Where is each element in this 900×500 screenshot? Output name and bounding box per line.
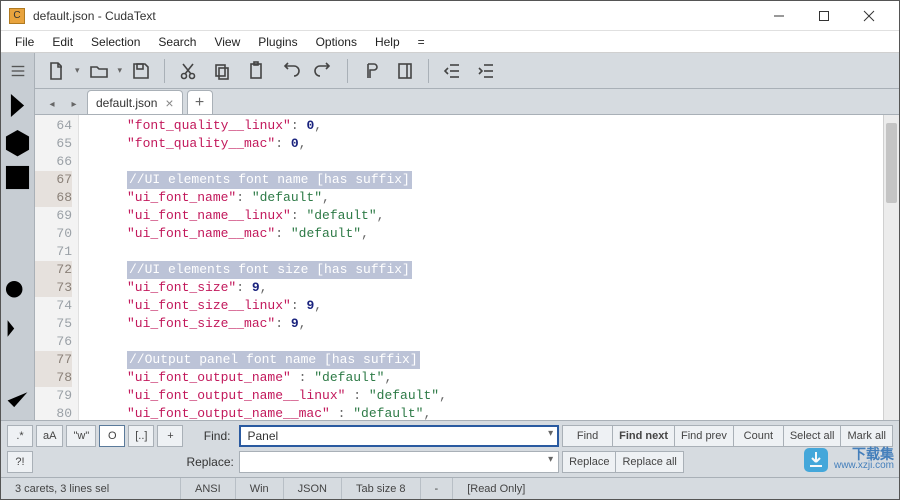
paste-button[interactable]	[241, 56, 271, 86]
save-button[interactable]	[126, 56, 156, 86]
scrollbar-thumb[interactable]	[886, 123, 897, 203]
tabs-list-icon[interactable]	[1, 161, 34, 197]
side-panel	[1, 89, 35, 420]
find-close-button[interactable]: ?!	[7, 451, 33, 473]
menu-edit[interactable]: Edit	[44, 33, 81, 51]
menu-help[interactable]: Help	[367, 33, 408, 51]
search-icon[interactable]	[1, 276, 34, 312]
tab-default-json[interactable]: default.json ×	[87, 90, 183, 114]
replace-button[interactable]: Replace	[562, 451, 615, 473]
editor-area: ◂ ▸ default.json × + 6465666768697071727…	[35, 89, 899, 420]
menu-bar: File Edit Selection Search View Plugins …	[1, 31, 899, 53]
dropdown-arrow-icon[interactable]: ▾	[118, 65, 123, 76]
status-mode-prefix: -	[421, 478, 454, 499]
find-input[interactable]	[239, 425, 559, 447]
nonprint-button[interactable]	[356, 56, 386, 86]
find-opt-wrap[interactable]: O	[99, 425, 125, 447]
toolbar-row: ▾ ▾	[1, 53, 899, 89]
find-opt-word[interactable]: "w"	[66, 425, 96, 447]
tab-scroll-left[interactable]: ◂	[43, 94, 61, 114]
cut-button[interactable]	[173, 56, 203, 86]
find-label: Find:	[186, 429, 236, 443]
hamburger-icon[interactable]	[1, 56, 34, 86]
replace-actions: Replace Replace all	[562, 451, 893, 473]
dropdown-arrow-icon[interactable]: ▾	[75, 65, 80, 76]
new-file-button[interactable]	[41, 56, 71, 86]
menu-options[interactable]: Options	[308, 33, 365, 51]
copy-button[interactable]	[207, 56, 237, 86]
find-opt-multi[interactable]: +	[157, 425, 183, 447]
replace-all-button[interactable]: Replace all	[615, 451, 683, 473]
unindent-button[interactable]	[437, 56, 467, 86]
code-content[interactable]: "font_quality__linux": 0,"font_quality__…	[79, 115, 899, 420]
menu-extra[interactable]: =	[410, 33, 433, 51]
app-icon: C	[9, 8, 25, 24]
find-next-button[interactable]: Find next	[612, 425, 674, 447]
menu-search[interactable]: Search	[150, 33, 204, 51]
find-opt-regex[interactable]: .*	[7, 425, 33, 447]
status-bar: 3 carets, 3 lines sel ANSI Win JSON Tab …	[1, 477, 899, 499]
select-all-button[interactable]: Select all	[783, 425, 841, 447]
find-opt-insel[interactable]: [..]	[128, 425, 154, 447]
project-icon[interactable]	[1, 125, 34, 161]
undo-button[interactable]	[275, 56, 305, 86]
code-tree-icon[interactable]	[1, 89, 34, 125]
title-bar: C default.json - CudaText	[1, 1, 899, 31]
output-icon[interactable]	[1, 348, 34, 384]
line-gutter: 64656667686970717273747576777879808182	[35, 115, 79, 420]
minimap-button[interactable]	[390, 56, 420, 86]
maximize-button[interactable]	[801, 2, 846, 30]
menu-file[interactable]: File	[7, 33, 42, 51]
mark-all-button[interactable]: Mark all	[840, 425, 893, 447]
menu-selection[interactable]: Selection	[83, 33, 148, 51]
tab-label: default.json	[96, 96, 157, 110]
window-title: default.json - CudaText	[33, 9, 756, 23]
replace-input[interactable]	[239, 451, 559, 473]
indent-button[interactable]	[471, 56, 501, 86]
code-editor[interactable]: 64656667686970717273747576777879808182 "…	[35, 115, 899, 420]
status-encoding[interactable]: ANSI	[181, 478, 236, 499]
find-opt-case[interactable]: aA	[36, 425, 63, 447]
close-button[interactable]	[846, 2, 891, 30]
open-file-button[interactable]	[84, 56, 114, 86]
find-replace-panel: .* aA "w" O [..] + Find: Find Find next …	[1, 420, 899, 477]
replace-label: Replace:	[186, 455, 236, 469]
validate-icon[interactable]	[1, 384, 34, 420]
find-prev-button[interactable]: Find prev	[674, 425, 733, 447]
status-mode: [Read Only]	[453, 478, 539, 499]
menu-view[interactable]: View	[206, 33, 248, 51]
menu-plugins[interactable]: Plugins	[250, 33, 305, 51]
tab-close-icon[interactable]: ×	[165, 95, 173, 111]
tab-scroll-right[interactable]: ▸	[65, 94, 83, 114]
main-area: ◂ ▸ default.json × + 6465666768697071727…	[1, 89, 899, 420]
redo-button[interactable]	[309, 56, 339, 86]
find-actions: Find Find next Find prev Count Select al…	[562, 425, 893, 447]
status-selection: 3 carets, 3 lines sel	[1, 478, 181, 499]
minimize-button[interactable]	[756, 2, 801, 30]
status-lineend[interactable]: Win	[236, 478, 284, 499]
find-button[interactable]: Find	[562, 425, 612, 447]
count-button[interactable]: Count	[733, 425, 783, 447]
status-tabsize[interactable]: Tab size 8	[342, 478, 421, 499]
console-icon[interactable]	[1, 312, 34, 348]
status-lexer[interactable]: JSON	[284, 478, 342, 499]
vertical-scrollbar[interactable]	[883, 115, 899, 420]
tab-bar: ◂ ▸ default.json × +	[35, 89, 899, 115]
tab-new[interactable]: +	[187, 90, 213, 114]
